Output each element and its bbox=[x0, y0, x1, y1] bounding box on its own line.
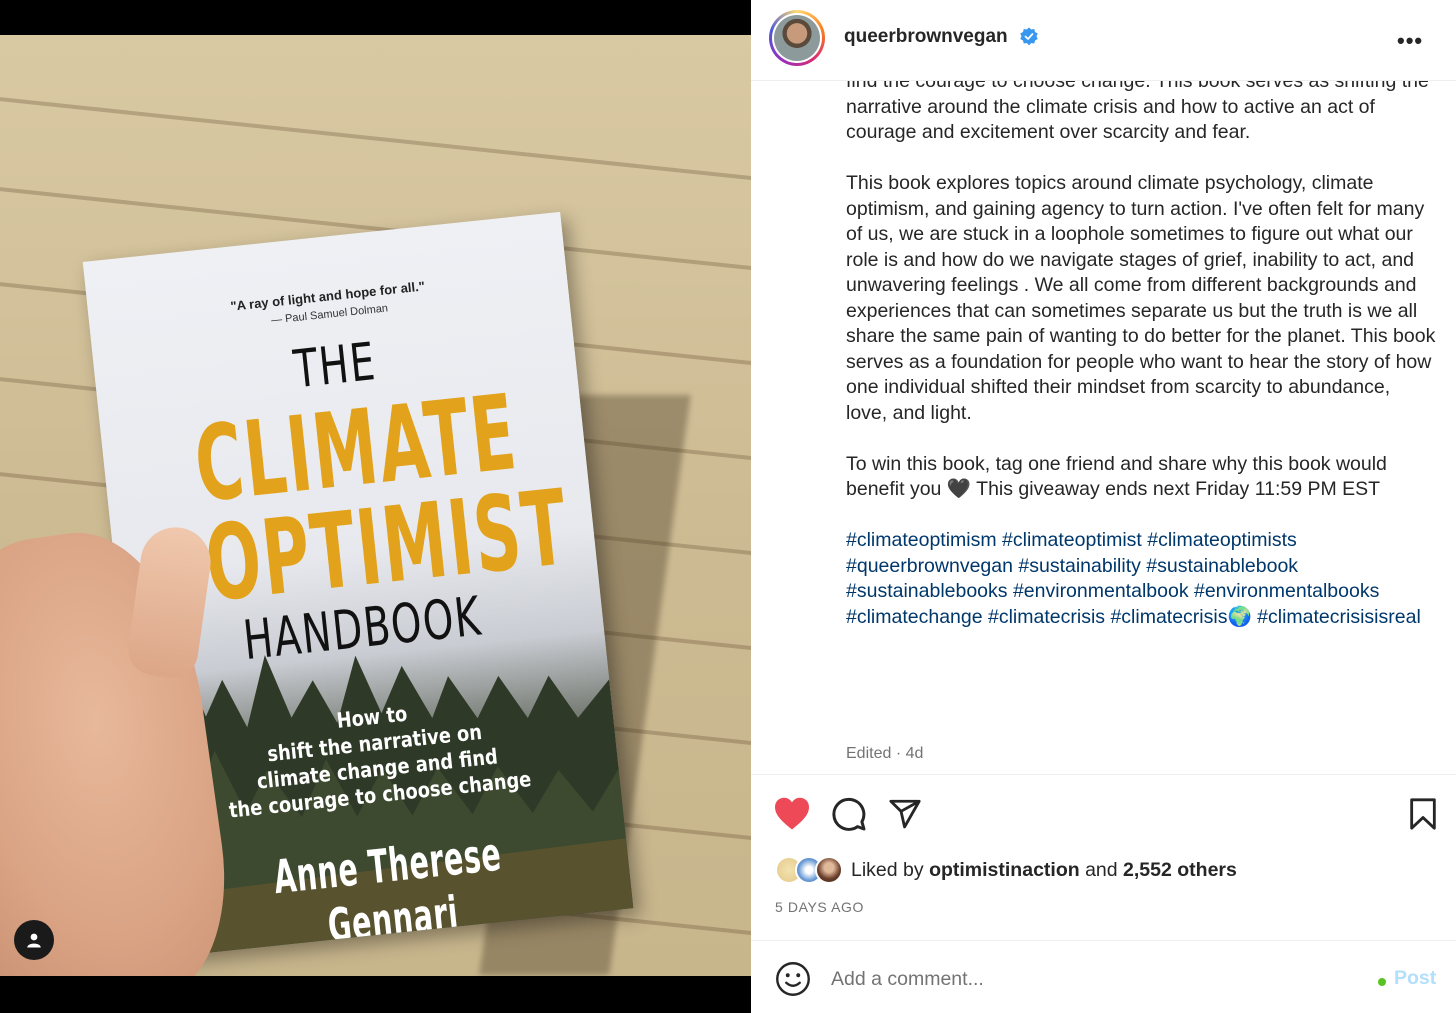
status-dot bbox=[1378, 978, 1386, 986]
likes-count[interactable]: 2,552 others bbox=[1123, 859, 1237, 881]
smiley-icon[interactable] bbox=[775, 961, 811, 997]
bookmark-icon bbox=[1410, 798, 1436, 830]
heart-filled-icon bbox=[775, 797, 809, 830]
comment-input[interactable] bbox=[831, 963, 1351, 995]
username-link[interactable]: queerbrownvegan bbox=[844, 26, 1008, 48]
post-panel: queerbrownvegan ••• find the courage to … bbox=[751, 0, 1456, 1013]
liker-username[interactable]: optimistinaction bbox=[929, 859, 1080, 881]
like-button[interactable] bbox=[773, 795, 811, 833]
caption-text: find the courage to choose change. This … bbox=[846, 81, 1436, 630]
avatar[interactable] bbox=[769, 10, 825, 66]
comment-icon bbox=[832, 797, 866, 831]
comment-button[interactable] bbox=[830, 795, 868, 833]
tagged-users-button[interactable] bbox=[14, 920, 54, 960]
share-button[interactable] bbox=[886, 795, 924, 833]
post-date[interactable]: 5 DAYS AGO bbox=[775, 899, 864, 915]
likes-text[interactable]: Liked by optimistinaction and 2,552 othe… bbox=[851, 859, 1237, 882]
caption-hashtags[interactable]: #climateoptimism #climateoptimist #clima… bbox=[846, 528, 1436, 630]
caption-paragraph-2: This book explores topics around climate… bbox=[846, 172, 1436, 424]
liker-avatar[interactable] bbox=[815, 856, 843, 884]
comment-bar: Post bbox=[751, 940, 1456, 1013]
post-comment-button[interactable]: Post bbox=[1394, 967, 1436, 990]
caption-paragraph-3: To win this book, tag one friend and sha… bbox=[846, 452, 1387, 501]
user-icon bbox=[27, 933, 41, 948]
caption-scroll-area[interactable]: find the courage to choose change. This … bbox=[751, 81, 1456, 774]
post-header: queerbrownvegan ••• bbox=[751, 0, 1456, 81]
verified-badge-icon bbox=[1020, 27, 1038, 46]
edited-timestamp: Edited · 4d bbox=[846, 745, 924, 762]
more-options-icon[interactable]: ••• bbox=[1397, 28, 1423, 54]
paper-plane-icon bbox=[889, 799, 921, 829]
caption-paragraph-1: find the courage to choose change. This … bbox=[846, 81, 1429, 143]
post-media[interactable]: "A ray of light and hope for all." — Pau… bbox=[0, 0, 751, 1013]
post-actions: Liked by optimistinaction and 2,552 othe… bbox=[751, 774, 1456, 940]
likes-summary[interactable]: Liked by optimistinaction and 2,552 othe… bbox=[775, 855, 1237, 885]
save-button[interactable] bbox=[1404, 795, 1442, 833]
post-photo[interactable]: "A ray of light and hope for all." — Pau… bbox=[0, 35, 751, 976]
